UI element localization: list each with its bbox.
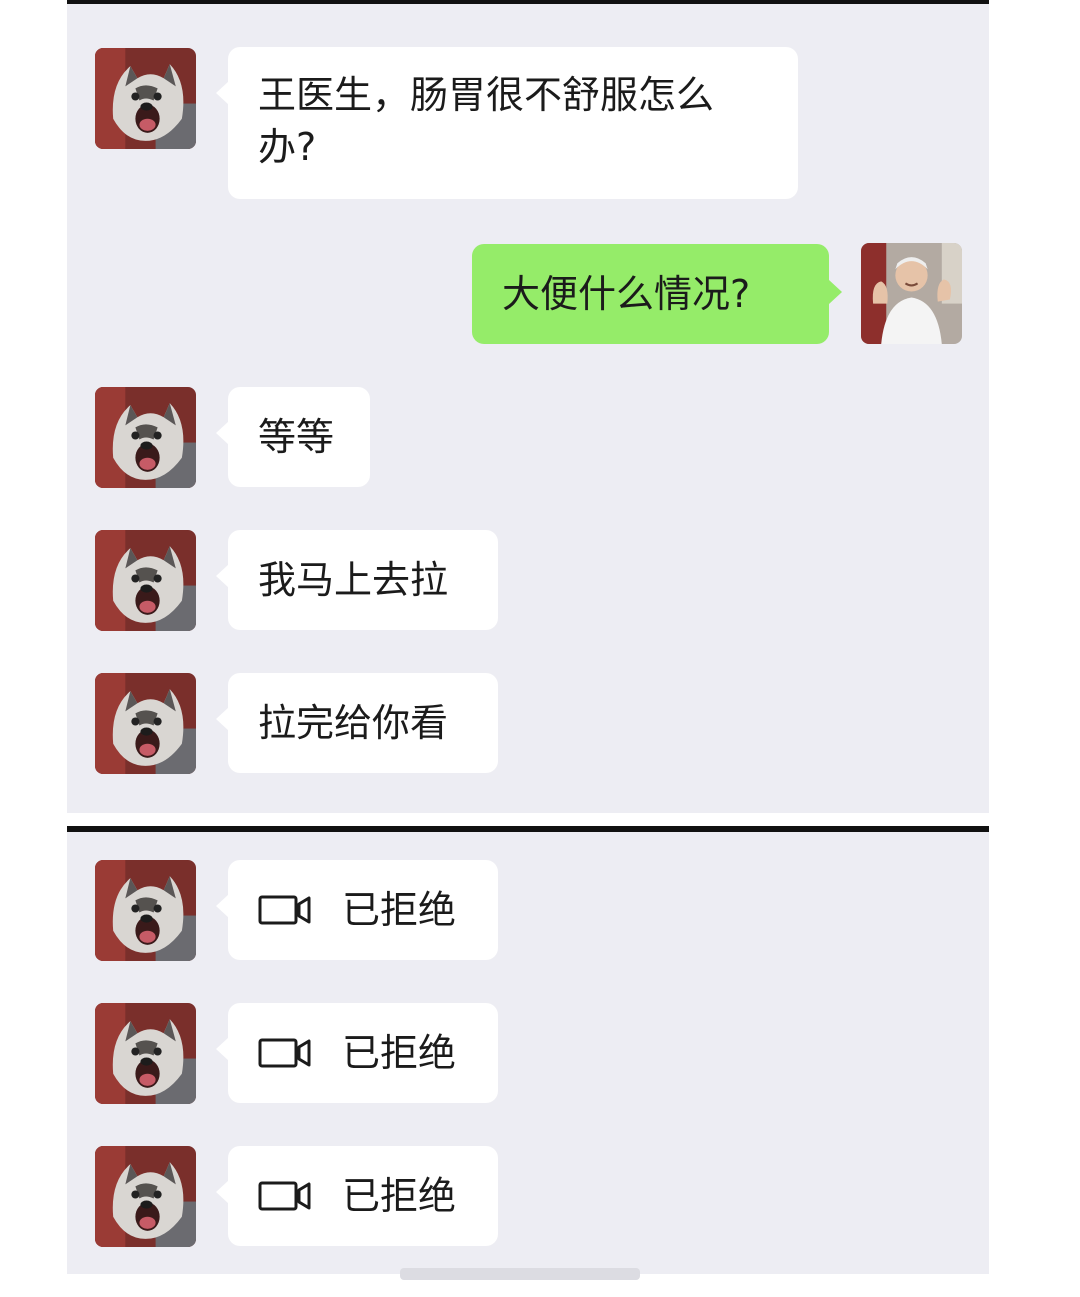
chat-panel-bottom [67, 826, 989, 1274]
message-text: 我马上去拉 [258, 558, 449, 602]
video-camera-icon [258, 1181, 312, 1211]
call-status: 已拒绝 [342, 888, 457, 932]
call-status: 已拒绝 [342, 1174, 457, 1218]
husky-avatar[interactable] [95, 673, 196, 774]
message-text: 大便什么情况? [502, 272, 751, 316]
doctor-avatar[interactable] [861, 243, 962, 344]
video-call-rejected-bubble[interactable]: 已拒绝 [216, 1146, 498, 1246]
husky-avatar[interactable] [95, 1003, 196, 1104]
call-status: 已拒绝 [342, 1031, 457, 1075]
watermark-smudge [400, 1268, 640, 1280]
husky-avatar[interactable] [95, 860, 196, 961]
video-call-rejected-bubble[interactable]: 已拒绝 [216, 1003, 498, 1103]
message-text: 王医生，肠胃很不舒服怎么办? [258, 73, 715, 169]
video-camera-icon [258, 1038, 312, 1068]
husky-avatar[interactable] [95, 48, 196, 149]
incoming-message-bubble[interactable]: 拉完给你看 [216, 673, 498, 773]
video-call-rejected-bubble[interactable]: 已拒绝 [216, 860, 498, 960]
incoming-message-bubble[interactable]: 等等 [216, 387, 370, 487]
message-text: 等等 [258, 415, 335, 459]
husky-avatar[interactable] [95, 1146, 196, 1247]
outgoing-message-bubble[interactable]: 大便什么情况? [472, 244, 842, 344]
video-camera-icon [258, 895, 312, 925]
message-text: 拉完给你看 [258, 701, 449, 745]
husky-avatar[interactable] [95, 387, 196, 488]
husky-avatar[interactable] [95, 530, 196, 631]
incoming-message-bubble[interactable]: 我马上去拉 [216, 530, 498, 630]
incoming-message-bubble[interactable]: 王医生，肠胃很不舒服怎么办? [216, 47, 798, 199]
